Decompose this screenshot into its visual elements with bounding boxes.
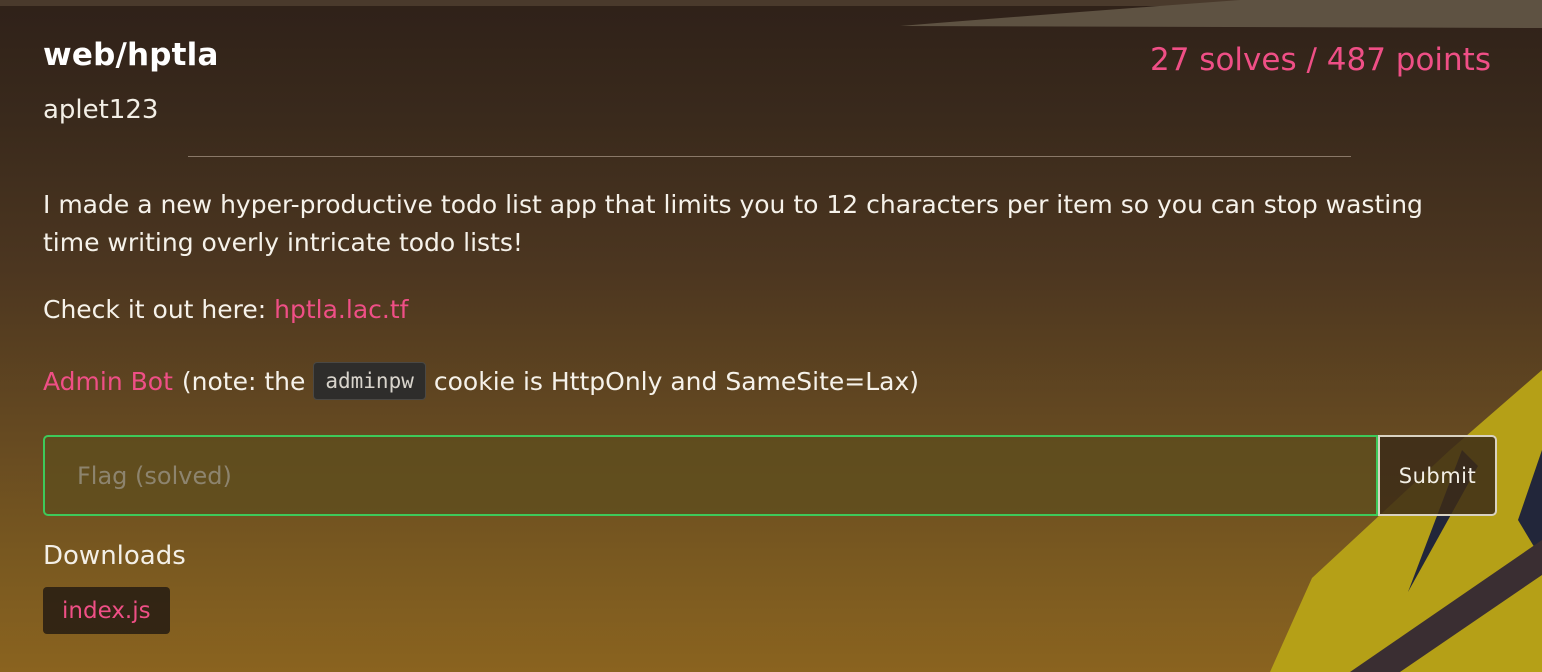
check-prefix-text: Check it out here: [43, 295, 275, 324]
challenge-card: web/hptla 27 solves / 487 points aplet12… [43, 0, 1497, 672]
admin-note-suffix: cookie is HttpOnly and SameSite=Lax) [433, 366, 920, 396]
divider [188, 156, 1351, 157]
check-it-out-line: Check it out here: hptla.lac.tf [43, 295, 408, 324]
admin-note-prefix: (note: the [181, 366, 306, 396]
challenge-title: web/hptla [43, 37, 219, 73]
challenge-url-link[interactable]: hptla.lac.tf [274, 295, 408, 324]
challenge-description: I made a new hyper-productive todo list … [43, 190, 1423, 257]
downloads-heading: Downloads [43, 541, 186, 571]
solves-points-stat: 27 solves / 487 points [1150, 42, 1491, 78]
admin-bot-link[interactable]: Admin Bot [43, 367, 173, 396]
cookie-name-code: adminpw [313, 362, 426, 400]
flag-form: Submit [43, 435, 1497, 516]
submit-button[interactable]: Submit [1378, 435, 1497, 516]
admin-bot-line: Admin Bot (note: the adminpw cookie is H… [43, 362, 919, 400]
flag-input[interactable] [43, 435, 1378, 516]
download-file-link[interactable]: index.js [43, 587, 170, 634]
challenge-author: aplet123 [43, 95, 159, 125]
dark-shard-shape-right [1518, 450, 1542, 560]
